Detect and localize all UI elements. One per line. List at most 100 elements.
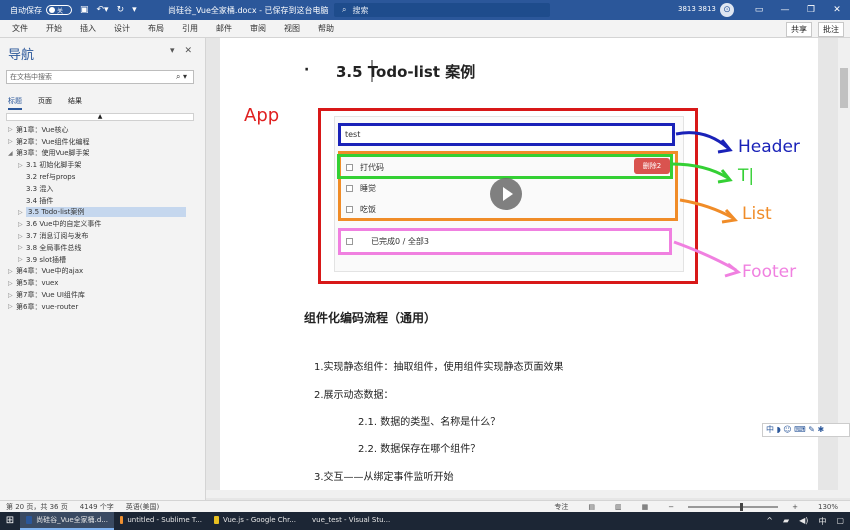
todo-label: 睡觉: [360, 184, 376, 193]
expand-icon[interactable]: ▷: [8, 280, 16, 287]
expand-icon[interactable]: ▷: [8, 292, 16, 299]
tab-mailings[interactable]: 邮件: [216, 23, 232, 34]
web-layout-icon[interactable]: ▦: [642, 503, 649, 511]
taskbar-word[interactable]: 尚硅谷_Vue全家桶.d...: [20, 512, 114, 530]
tab-insert[interactable]: 插入: [80, 23, 96, 34]
ime-indicator-icon[interactable]: 中: [818, 516, 826, 527]
tray-arrow-icon[interactable]: ^: [766, 516, 773, 527]
tree-item[interactable]: ▷ 第2章：Vue组件化编程: [0, 136, 200, 148]
tree-item-selected[interactable]: ▷ 3.5 Todo-list案例: [0, 207, 200, 219]
expand-icon[interactable]: ▷: [18, 256, 26, 263]
play-icon[interactable]: [490, 178, 522, 210]
user-name[interactable]: 3813 3813: [678, 5, 716, 13]
footer-status: 已完成0 / 全部3: [346, 236, 429, 247]
windows-start-icon[interactable]: ⊞: [0, 512, 20, 530]
tree-item[interactable]: ▷ 第4章：Vue中的ajax: [0, 266, 200, 278]
restore-icon[interactable]: ❐: [798, 0, 824, 20]
nav-tab-results[interactable]: 结果: [68, 96, 82, 110]
nav-search-input[interactable]: 在文档中搜索 ⌕ ▾: [6, 70, 194, 84]
nav-options-icon[interactable]: ▾: [170, 46, 175, 56]
expand-icon[interactable]: ▷: [18, 244, 26, 251]
language[interactable]: 英语(美国): [126, 502, 159, 512]
undo-icon[interactable]: ↶▾: [97, 5, 109, 15]
taskbar-chrome[interactable]: Vue.js - Google Chr...: [208, 512, 302, 530]
word-icon: [26, 516, 33, 524]
search-icon[interactable]: ⌕ ▾: [176, 71, 187, 83]
tree-item[interactable]: ▷ 第7章：Vue UI组件库: [0, 289, 200, 301]
close-icon[interactable]: ✕: [824, 0, 850, 20]
section-title[interactable]: 组件化编码流程（通用）: [304, 309, 436, 326]
tree-item[interactable]: ▷ 3.9 slot插槽: [0, 254, 200, 266]
expand-icon[interactable]: ▷: [8, 268, 16, 275]
network-icon[interactable]: ▰: [783, 516, 789, 527]
paragraph[interactable]: 2.展示动态数据：: [314, 386, 394, 401]
tab-references[interactable]: 引用: [182, 23, 198, 34]
taskbar-vscode[interactable]: vue_test - Visual Stu...: [302, 512, 396, 530]
volume-icon[interactable]: ◀): [799, 516, 808, 527]
autosave-toggle[interactable]: 关: [46, 5, 72, 15]
tab-help[interactable]: 帮助: [318, 23, 334, 34]
tree-item[interactable]: ▷ 3.8 全局事件总线: [0, 242, 200, 254]
nav-close-icon[interactable]: ✕: [185, 46, 193, 56]
zoom-out-icon[interactable]: −: [668, 503, 674, 511]
system-tray: ^ ▰ ◀) 中 ▢: [766, 516, 844, 527]
tab-view[interactable]: 视图: [284, 23, 300, 34]
collapse-icon[interactable]: ▲: [6, 113, 194, 121]
minimize-icon[interactable]: —: [772, 0, 798, 20]
zoom-level[interactable]: 130%: [818, 503, 838, 511]
horizontal-scrollbar[interactable]: [206, 490, 850, 498]
paragraph[interactable]: 1.实现静态组件：抽取组件，使用组件实现静态页面效果: [314, 358, 564, 373]
focus-mode[interactable]: 专注: [554, 502, 568, 512]
taskbar-sublime[interactable]: untitled - Sublime T...: [114, 512, 208, 530]
notification-icon[interactable]: ▢: [836, 516, 844, 527]
tree-item[interactable]: 3.2 ref与props: [0, 171, 200, 183]
expand-icon[interactable]: ▷: [18, 233, 26, 240]
search-box[interactable]: ⌕ 搜索: [334, 3, 550, 17]
ime-toolbar[interactable]: 中 ◗ ☺ ⌨ ✎ ✱: [762, 423, 850, 437]
tab-layout[interactable]: 布局: [148, 23, 164, 34]
print-layout-icon[interactable]: ▥: [615, 503, 622, 511]
tree-item[interactable]: ▷ 3.6 Vue中的自定义事件: [0, 218, 200, 230]
collapse-arrow-icon[interactable]: ◢: [8, 150, 16, 157]
expand-icon[interactable]: ▷: [18, 162, 26, 169]
tree-item[interactable]: 3.3 混入: [0, 183, 200, 195]
scrollbar-thumb[interactable]: [840, 68, 848, 108]
zoom-slider-knob[interactable]: [740, 503, 744, 511]
tab-home[interactable]: 开始: [46, 23, 62, 34]
expand-icon[interactable]: ▷: [18, 221, 26, 228]
tree-item[interactable]: ▷ 第1章：Vue核心: [0, 124, 200, 136]
page-count[interactable]: 第 20 页，共 36 页: [6, 502, 68, 512]
nav-tab-pages[interactable]: 页面: [38, 96, 52, 110]
tree-item[interactable]: 3.4 插件: [0, 195, 200, 207]
paragraph[interactable]: 2.2. 数据保存在哪个组件？: [358, 440, 480, 455]
document-title[interactable]: 尚硅谷_Vue全家桶.docx - 已保存到这台电脑: [168, 5, 329, 16]
tree-item[interactable]: ▷ 第6章：vue-router: [0, 301, 200, 313]
avatar[interactable]: ⊙: [720, 3, 734, 17]
tree-item[interactable]: ▷ 3.1 初始化脚手架: [0, 159, 200, 171]
tree-item[interactable]: ◢ 第3章：使用Vue脚手架: [0, 148, 200, 160]
paragraph[interactable]: 2.1. 数据的类型、名称是什么？: [358, 413, 500, 428]
todo-item: 打代码: [346, 162, 384, 173]
ribbon-display-icon[interactable]: ▭: [746, 0, 772, 20]
expand-icon[interactable]: ▷: [18, 209, 26, 216]
comments-button[interactable]: 批注: [818, 22, 844, 37]
expand-icon[interactable]: ▷: [8, 303, 16, 310]
read-mode-icon[interactable]: ▤: [588, 503, 595, 511]
tree-item[interactable]: ▷ 3.7 消息订阅与发布: [0, 230, 200, 242]
expand-icon[interactable]: ▷: [8, 126, 16, 133]
paragraph[interactable]: 3.交互——从绑定事件监听开始: [314, 468, 454, 483]
tab-review[interactable]: 审阅: [250, 23, 266, 34]
zoom-slider[interactable]: [688, 503, 779, 511]
share-button[interactable]: 共享: [786, 22, 812, 37]
save-icon[interactable]: ▣: [80, 5, 89, 15]
word-count[interactable]: 4149 个字: [80, 502, 114, 512]
section-heading[interactable]: 3.5 Todo-list 案例: [336, 61, 475, 82]
tab-file[interactable]: 文件: [12, 23, 28, 34]
expand-icon[interactable]: ▷: [8, 138, 16, 145]
zoom-in-icon[interactable]: +: [792, 503, 798, 511]
tree-item[interactable]: ▷ 第5章：vuex: [0, 277, 200, 289]
nav-tab-headings[interactable]: 标题: [8, 96, 22, 110]
customize-icon[interactable]: ▾: [132, 5, 137, 15]
tab-design[interactable]: 设计: [114, 23, 130, 34]
redo-icon[interactable]: ↻: [117, 5, 125, 15]
